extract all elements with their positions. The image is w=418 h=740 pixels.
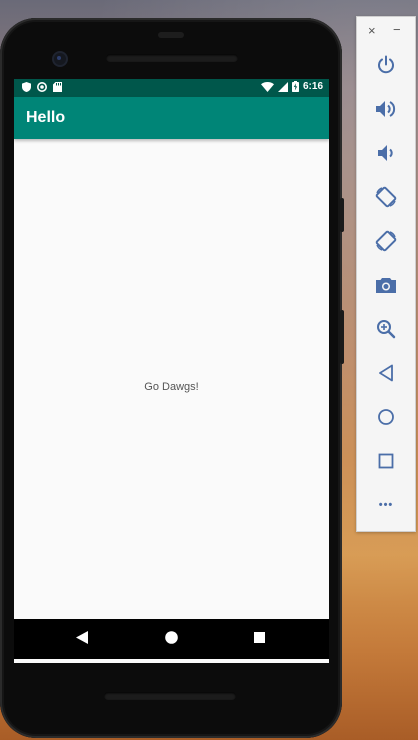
device-screen[interactable]: 6:16 Hello Go Dawgs!	[14, 79, 329, 663]
rotate-right-button[interactable]	[373, 228, 399, 254]
navigation-bar	[14, 619, 329, 659]
signal-icon	[277, 81, 288, 92]
main-message: Go Dawgs!	[144, 381, 199, 393]
volume-down-icon	[378, 145, 393, 161]
zoom-button[interactable]	[373, 316, 399, 342]
rotate-left-icon	[375, 186, 397, 208]
bottom-speaker-grille	[104, 692, 236, 700]
camera-icon	[376, 278, 396, 293]
home-button[interactable]	[373, 404, 399, 430]
sd-card-icon	[53, 82, 62, 92]
earpiece	[158, 32, 184, 38]
app-bar: Hello	[14, 97, 329, 139]
volume-down-button[interactable]	[373, 140, 399, 166]
rotate-right-icon	[375, 230, 397, 252]
volume-side-button[interactable]	[340, 198, 344, 232]
status-right-icons: 6:16	[260, 81, 323, 92]
screenshot-button[interactable]	[373, 272, 399, 298]
circle-sync-icon	[37, 82, 47, 92]
top-speaker-grille	[106, 54, 238, 62]
zoom-icon	[377, 320, 396, 339]
wifi-icon	[260, 81, 274, 92]
power-button[interactable]	[373, 52, 399, 78]
more-icon: •••	[378, 499, 394, 511]
back-icon[interactable]	[76, 631, 88, 644]
battery-charging-icon	[291, 81, 299, 92]
minimize-button[interactable]: −	[393, 22, 401, 37]
status-bar: 6:16	[14, 79, 329, 97]
power-side-button[interactable]	[340, 310, 344, 364]
emulator-toolbar: × − •••	[356, 16, 416, 532]
rotate-left-button[interactable]	[373, 184, 399, 210]
status-left-icons	[22, 82, 62, 92]
recents-icon[interactable]	[254, 632, 265, 643]
overview-button[interactable]	[373, 448, 399, 474]
back-button[interactable]	[373, 360, 399, 386]
volume-up-button[interactable]	[373, 96, 399, 122]
front-camera	[54, 53, 66, 65]
home-icon[interactable]	[165, 631, 178, 644]
volume-up-icon	[376, 101, 396, 117]
app-title: Hello	[26, 109, 66, 126]
home-icon	[378, 409, 394, 425]
overview-icon	[378, 453, 394, 469]
back-icon	[379, 364, 393, 382]
status-time: 6:16	[302, 81, 323, 92]
close-button[interactable]: ×	[368, 23, 376, 38]
shield-icon	[22, 82, 31, 92]
power-icon	[378, 55, 394, 74]
toolbar-window-controls: × −	[357, 17, 415, 45]
more-button[interactable]: •••	[373, 492, 399, 518]
